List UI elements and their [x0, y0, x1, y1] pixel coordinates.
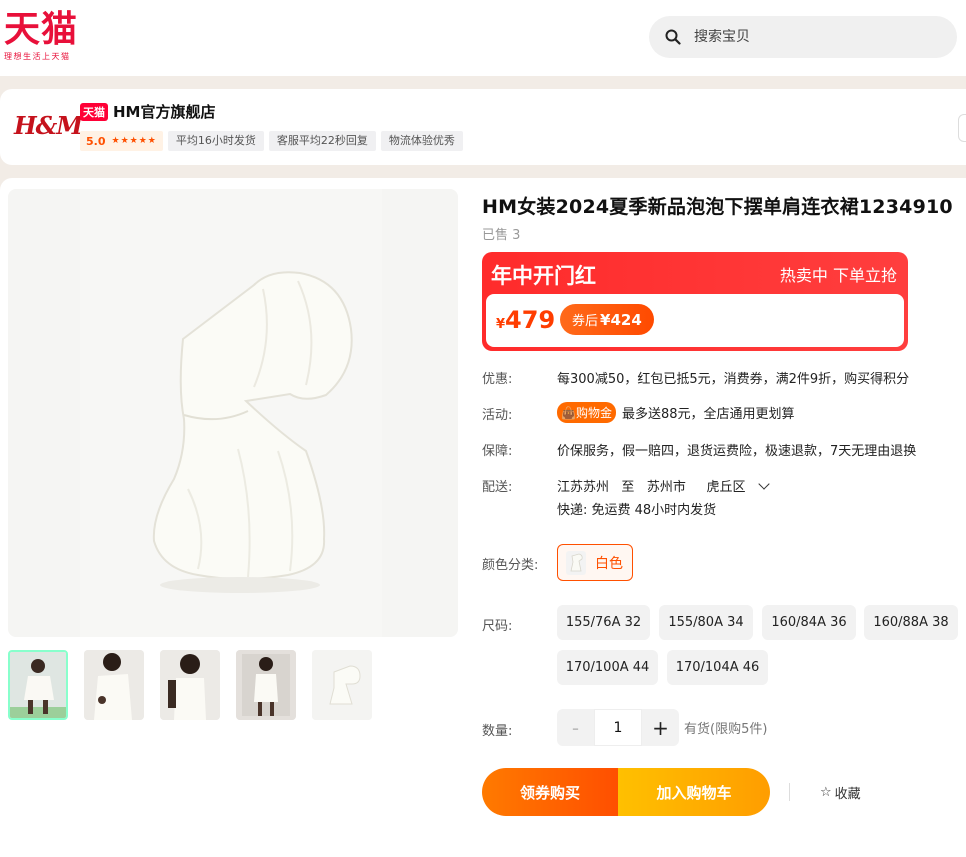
promo-banner: 年中开门红 热卖中 下单立抢 ¥479 券后 ¥424	[482, 252, 908, 351]
sold-count: 已售 3	[482, 228, 521, 243]
logo-main-text: 天猫	[4, 8, 79, 50]
delivery-label: 配送:	[482, 480, 513, 495]
dress-swatch-icon	[566, 550, 586, 575]
chevron-down-icon[interactable]	[758, 478, 770, 490]
thumbnail-strip	[8, 650, 372, 720]
size-option-170-100A-44[interactable]: 170/100A 44	[557, 650, 658, 685]
search-icon[interactable]	[665, 29, 681, 45]
coupon-buy-button[interactable]: 领券购买	[482, 768, 618, 816]
favorite-button[interactable]: ☆ 收藏	[820, 783, 861, 802]
quantity-input[interactable]: 1	[594, 709, 642, 746]
shop-side-button[interactable]	[958, 114, 966, 142]
thumbnail-4[interactable]	[236, 650, 296, 720]
top-bar: 天猫 理想生活上天猫	[0, 0, 966, 76]
search-input[interactable]	[694, 29, 914, 45]
guarantee-label: 保障:	[482, 444, 513, 459]
delivery-district: 虎丘区	[706, 480, 746, 495]
thumb-model-4	[236, 650, 296, 720]
color-option-white[interactable]: 白色	[557, 544, 633, 581]
guarantee-value[interactable]: 价保服务，假一赔四，退货运费险，极速退款，7天无理由退换	[557, 440, 916, 459]
discount-value[interactable]: 每300减50，红包已抵5元，消费券，满2件9折，购买得积分	[557, 368, 909, 387]
rating-score: 5.0	[86, 134, 106, 148]
thumbnail-3[interactable]	[160, 650, 220, 720]
size-option-170-104A-46[interactable]: 170/104A 46	[667, 650, 768, 685]
size-option-155-76A-32[interactable]: 155/76A 32	[557, 605, 650, 640]
quantity-plus-button[interactable]: +	[642, 709, 679, 746]
thumbnail-5[interactable]	[312, 650, 372, 720]
coupon-price: ¥424	[600, 310, 642, 329]
tmall-logo[interactable]: 天猫 理想生活上天猫	[4, 8, 96, 68]
size-label: 尺码:	[482, 619, 513, 634]
thumbnail-1[interactable]	[8, 650, 68, 720]
add-to-cart-button[interactable]: 加入购物车	[618, 768, 770, 816]
coupon-prefix: 券后	[572, 314, 599, 329]
color-option-label: 白色	[595, 555, 623, 572]
activity-label: 活动:	[482, 408, 513, 423]
size-option-155-80A-34[interactable]: 155/80A 34	[659, 605, 753, 640]
purchase-buttons: 领券购买 加入购物车	[482, 768, 770, 816]
delivery-from: 江苏苏州	[557, 480, 610, 495]
shop-bar: H&M 天猫 HM官方旗舰店 5.0 ★★★★★ 平均16小时发货 客服平均22…	[0, 89, 966, 165]
bag-icon: 👜	[561, 406, 576, 420]
delivery-to-word: 至	[621, 480, 635, 495]
thumb-model-3	[160, 650, 220, 720]
product-main-image[interactable]	[8, 189, 458, 637]
favorite-label: 收藏	[834, 787, 861, 802]
product-title: HM女装2024夏季新品泡泡下摆单肩连衣裙1234910	[482, 196, 953, 218]
search-box[interactable]	[649, 16, 957, 58]
shop-tag-shipping: 平均16小时发货	[167, 131, 264, 151]
quantity-label: 数量:	[482, 724, 513, 739]
shop-rating: 5.0 ★★★★★	[80, 131, 163, 151]
coupon-price-pill[interactable]: 券后 ¥424	[560, 304, 654, 335]
size-option-160-84A-36[interactable]: 160/84A 36	[762, 605, 856, 640]
tmall-badge: 天猫	[80, 102, 108, 121]
logo-slogan: 理想生活上天猫	[4, 52, 71, 61]
dress-illustration	[80, 189, 382, 637]
price-box: ¥479 券后 ¥424	[486, 294, 904, 347]
shopping-gold-label: 购物金	[575, 406, 612, 420]
activity-row[interactable]: 👜购物金 最多送88元，全店通用更划算	[557, 402, 795, 423]
rating-stars-icon: ★★★★★	[111, 136, 157, 146]
quantity-stepper: - 1 + 有货(限购5件)	[557, 709, 767, 746]
color-label: 颜色分类:	[482, 558, 539, 573]
size-option-160-88A-38[interactable]: 160/88A 38	[864, 605, 958, 640]
thumbnail-2[interactable]	[84, 650, 144, 720]
price-value: 479	[505, 306, 556, 334]
thumb-dress-5	[312, 650, 372, 720]
shop-name[interactable]: HM官方旗舰店	[113, 101, 215, 122]
delivery-detail: 快递: 免运费 48小时内发货	[557, 503, 717, 518]
thumb-model-2	[84, 650, 144, 720]
star-outline-icon: ☆	[820, 785, 832, 800]
shop-tag-service: 客服平均22秒回复	[268, 131, 376, 151]
shop-logo[interactable]: H&M	[14, 111, 83, 145]
divider	[789, 783, 790, 801]
thumb-model-1	[10, 652, 66, 718]
shop-name-row[interactable]: 天猫 HM官方旗舰店	[80, 101, 215, 122]
shopping-gold-badge: 👜购物金	[557, 402, 616, 423]
shop-tag-logistics: 物流体验优秀	[380, 131, 463, 151]
activity-value: 最多送88元，全店通用更划算	[621, 407, 795, 422]
promo-subtitle: 热卖中 下单立抢	[779, 266, 897, 285]
currency-symbol: ¥	[496, 317, 506, 332]
delivery-location[interactable]: 江苏苏州 至 苏州市 虎丘区	[557, 476, 770, 495]
quantity-minus-button[interactable]: -	[557, 709, 594, 746]
stock-status: 有货(限购5件)	[684, 722, 768, 737]
product-card: HM女装2024夏季新品泡泡下摆单肩连衣裙1234910 已售 3 年中开门红 …	[0, 178, 966, 857]
price: ¥479	[496, 306, 555, 334]
discount-label: 优惠:	[482, 372, 513, 387]
delivery-city: 苏州市	[646, 480, 686, 495]
shop-tags: 5.0 ★★★★★ 平均16小时发货 客服平均22秒回复 物流体验优秀	[80, 131, 463, 151]
promo-title: 年中开门红	[491, 264, 596, 288]
